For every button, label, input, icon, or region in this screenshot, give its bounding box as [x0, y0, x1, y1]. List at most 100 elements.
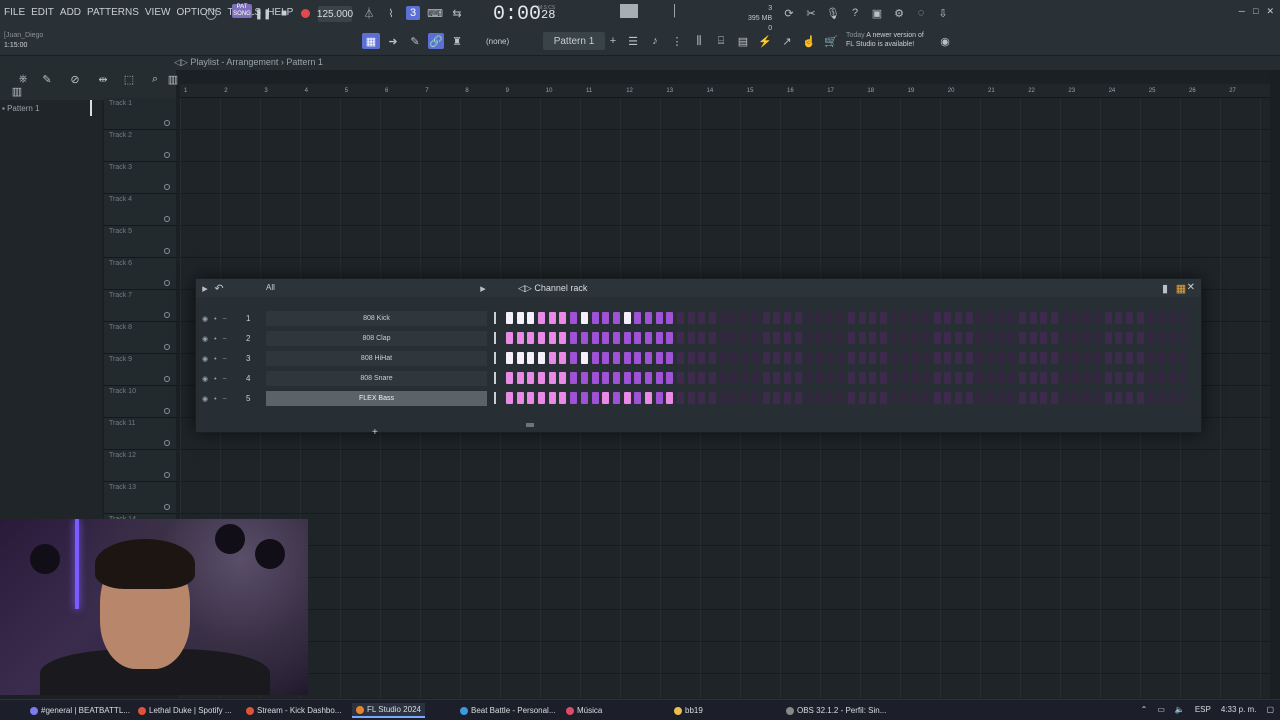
- step-button[interactable]: [890, 392, 898, 404]
- language-indicator[interactable]: ESP: [1195, 705, 1211, 714]
- step-button[interactable]: [762, 332, 770, 344]
- step-button[interactable]: [666, 332, 674, 344]
- tray-chevron-icon[interactable]: ⌃: [1141, 705, 1148, 714]
- step-button[interactable]: [623, 372, 631, 384]
- step-button[interactable]: [912, 352, 920, 364]
- step-button[interactable]: [1179, 312, 1187, 324]
- step-button[interactable]: [751, 332, 759, 344]
- step-button[interactable]: [826, 332, 834, 344]
- microphone-icon[interactable]: 🎙: [826, 6, 840, 20]
- step-button[interactable]: [538, 352, 546, 364]
- zoom-icon[interactable]: ⌕: [148, 72, 162, 86]
- step-button[interactable]: [837, 332, 845, 344]
- playlist-scrollbar[interactable]: [1270, 70, 1280, 700]
- step-button[interactable]: [1072, 372, 1080, 384]
- channel-rack-icon[interactable]: ⋮: [670, 34, 684, 48]
- step-button[interactable]: [1051, 392, 1059, 404]
- step-button[interactable]: [527, 372, 535, 384]
- step-button[interactable]: [538, 392, 546, 404]
- step-button[interactable]: [912, 392, 920, 404]
- step-button[interactable]: [826, 352, 834, 364]
- step-button[interactable]: [1136, 312, 1144, 324]
- step-button[interactable]: [869, 392, 877, 404]
- step-button[interactable]: [858, 372, 866, 384]
- step-button[interactable]: [848, 372, 855, 384]
- step-button[interactable]: [730, 312, 738, 324]
- step-button[interactable]: [1104, 372, 1112, 384]
- taskbar-app-button[interactable]: Música: [566, 703, 602, 718]
- step-button[interactable]: [677, 352, 684, 364]
- step-button[interactable]: [1179, 352, 1187, 364]
- step-button[interactable]: [687, 312, 695, 324]
- step-button[interactable]: [1040, 352, 1048, 364]
- step-button[interactable]: [634, 312, 642, 324]
- step-button[interactable]: [741, 312, 749, 324]
- step-button[interactable]: [741, 392, 749, 404]
- blend-icon[interactable]: ⇆: [450, 6, 464, 20]
- step-button[interactable]: [719, 392, 727, 404]
- step-button[interactable]: [559, 372, 567, 384]
- step-button[interactable]: [783, 312, 791, 324]
- channel-controls-icon[interactable]: ◉•−: [202, 335, 233, 343]
- step-button[interactable]: [751, 392, 759, 404]
- channel-name-button[interactable]: 808 Kick: [266, 311, 487, 326]
- step-button[interactable]: [848, 392, 855, 404]
- step-button[interactable]: [986, 312, 994, 324]
- menu-file[interactable]: FILE: [4, 7, 25, 18]
- step-button[interactable]: [815, 392, 823, 404]
- step-button[interactable]: [602, 312, 610, 324]
- step-button[interactable]: [527, 332, 535, 344]
- step-button[interactable]: [922, 312, 930, 324]
- channel-name-button[interactable]: FLEX Bass: [266, 391, 487, 406]
- rack-undo-icon[interactable]: ↶: [212, 281, 226, 295]
- menu-edit[interactable]: EDIT: [31, 7, 54, 18]
- step-button[interactable]: [1179, 332, 1187, 344]
- stamp-icon[interactable]: ♜: [450, 34, 464, 48]
- taskbar-app-button[interactable]: Stream - Kick Dashbo...: [246, 703, 341, 718]
- step-button[interactable]: [506, 312, 513, 324]
- step-button[interactable]: [880, 352, 888, 364]
- step-button[interactable]: [644, 392, 652, 404]
- pat-song-toggle[interactable]: PAT SONG: [232, 4, 252, 18]
- step-button[interactable]: [1147, 332, 1155, 344]
- step-button[interactable]: [516, 372, 524, 384]
- step-button[interactable]: [997, 332, 1005, 344]
- step-button[interactable]: [815, 332, 823, 344]
- step-button[interactable]: [858, 332, 866, 344]
- step-button[interactable]: [666, 312, 674, 324]
- playlist-icon[interactable]: ☰: [626, 34, 640, 48]
- cut-icon[interactable]: ✂: [804, 6, 818, 20]
- step-button[interactable]: [580, 392, 588, 404]
- step-button[interactable]: [805, 332, 813, 344]
- arrow-right-icon[interactable]: ➜: [386, 34, 400, 48]
- step-button[interactable]: [1061, 352, 1069, 364]
- step-button[interactable]: [869, 312, 877, 324]
- step-button[interactable]: [880, 372, 888, 384]
- step-button[interactable]: [1051, 332, 1059, 344]
- step-button[interactable]: [1147, 312, 1155, 324]
- step-button[interactable]: [612, 392, 620, 404]
- step-button[interactable]: [516, 352, 524, 364]
- step-button[interactable]: [580, 372, 588, 384]
- step-button[interactable]: [997, 392, 1005, 404]
- track-mute-icon[interactable]: [164, 472, 170, 478]
- step-button[interactable]: [538, 332, 546, 344]
- channel-mixer-track[interactable]: 2: [246, 334, 250, 343]
- step-button[interactable]: [880, 332, 888, 344]
- step-button[interactable]: [837, 392, 845, 404]
- step-button[interactable]: [591, 372, 599, 384]
- maximize-icon[interactable]: □: [1253, 6, 1258, 17]
- step-button[interactable]: [1168, 312, 1176, 324]
- step-button[interactable]: [1115, 312, 1123, 324]
- piano-roll-icon[interactable]: ♪: [648, 34, 662, 48]
- minimize-icon[interactable]: ─: [1239, 6, 1245, 17]
- track-mute-icon[interactable]: [164, 216, 170, 222]
- track-mute-icon[interactable]: [164, 312, 170, 318]
- step-button[interactable]: [1008, 372, 1016, 384]
- step-button[interactable]: [880, 392, 888, 404]
- step-button[interactable]: [623, 312, 631, 324]
- step-button[interactable]: [516, 312, 524, 324]
- step-button[interactable]: [559, 332, 567, 344]
- step-button[interactable]: [719, 372, 727, 384]
- step-button[interactable]: [901, 372, 909, 384]
